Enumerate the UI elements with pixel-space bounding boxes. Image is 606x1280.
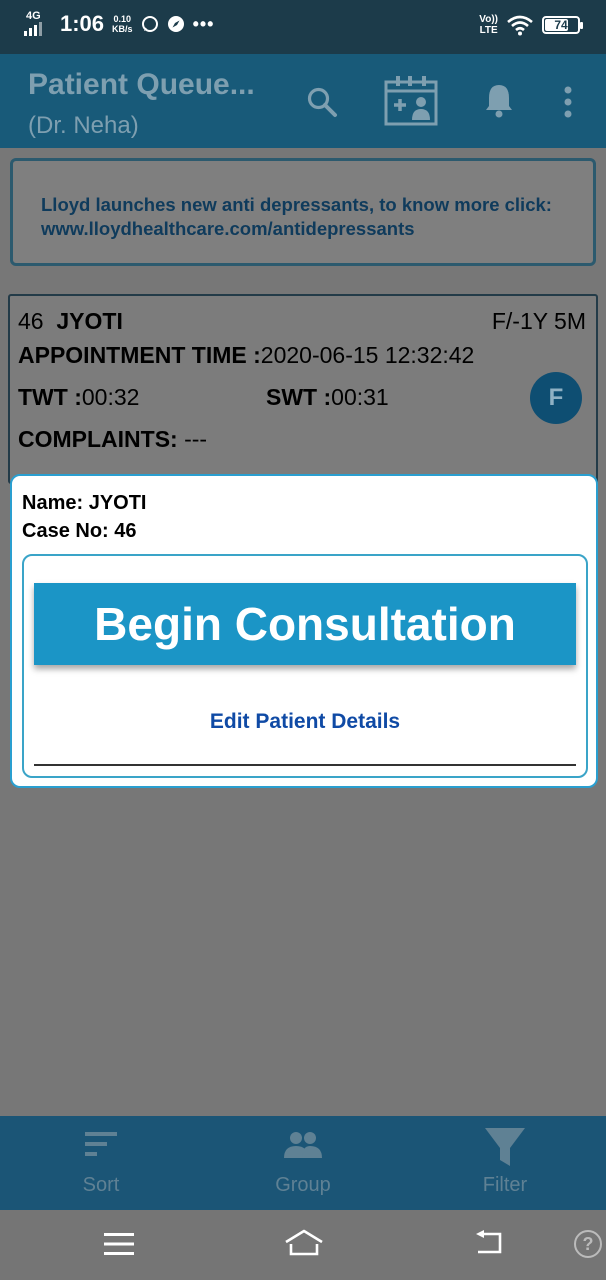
battery-level: 74 bbox=[554, 18, 568, 32]
signal-icon: 4G bbox=[24, 10, 50, 38]
dialog-patient-name: Name: JYOTI bbox=[22, 492, 147, 514]
sort-label: Sort bbox=[82, 1174, 120, 1196]
wifi-icon bbox=[507, 15, 533, 36]
bell-icon[interactable] bbox=[484, 82, 514, 118]
ad-banner[interactable]: Lloyd launches new anti depressants, to … bbox=[10, 158, 596, 266]
whatsapp-icon bbox=[141, 16, 158, 32]
gender-age: F/-1Y 5M bbox=[491, 308, 586, 334]
help-icon[interactable]: ? bbox=[574, 1230, 602, 1258]
menu-icon[interactable] bbox=[104, 1232, 134, 1256]
dialog-case-number: Case No: 46 bbox=[22, 520, 137, 542]
group-button[interactable]: Group bbox=[202, 1116, 404, 1210]
twt: TWT :00:32 bbox=[18, 384, 140, 410]
overflow-indicator: ••• bbox=[192, 13, 215, 34]
doctor-name: (Dr. Neha) bbox=[28, 112, 139, 139]
patient-card[interactable]: 46 JYOTI F/-1Y 5M APPOINTMENT TIME :2020… bbox=[8, 294, 598, 484]
back-icon[interactable] bbox=[472, 1230, 504, 1256]
patient-name: JYOTI bbox=[56, 308, 123, 334]
banner-text[interactable]: Lloyd launches new anti depressants, to … bbox=[41, 193, 581, 241]
compass-icon bbox=[167, 16, 184, 32]
complaints: COMPLAINTS: --- bbox=[18, 426, 208, 452]
filter-button[interactable]: Filter bbox=[404, 1116, 606, 1210]
group-icon bbox=[284, 1132, 322, 1158]
battery-icon: 74 bbox=[542, 16, 583, 34]
avatar: F bbox=[530, 372, 582, 424]
edit-patient-details-button[interactable]: Edit Patient Details bbox=[24, 710, 586, 734]
begin-consultation-button[interactable]: Begin Consultation bbox=[34, 583, 576, 665]
network-type: 4G bbox=[26, 10, 41, 22]
system-nav-bar: ? bbox=[0, 1210, 606, 1280]
sort-icon bbox=[85, 1132, 117, 1156]
token-number: 46 bbox=[18, 308, 44, 334]
search-icon[interactable] bbox=[306, 86, 338, 118]
group-label: Group bbox=[275, 1174, 331, 1196]
divider bbox=[34, 764, 576, 766]
page-title: Patient Queue... bbox=[28, 68, 255, 101]
dialog-actions: Begin Consultation Edit Patient Details bbox=[22, 554, 588, 778]
volte-indicator: Vo)) LTE bbox=[479, 14, 498, 36]
calendar-add-patient-icon[interactable] bbox=[384, 74, 438, 126]
clock: 1:06 bbox=[60, 11, 105, 36]
filter-label: Filter bbox=[482, 1174, 528, 1196]
patient-action-dialog: Name: JYOTI Case No: 46 Begin Consultati… bbox=[10, 474, 598, 788]
appointment-time: APPOINTMENT TIME :2020-06-15 12:32:42 bbox=[18, 342, 475, 368]
more-vert-icon[interactable] bbox=[562, 86, 574, 118]
status-bar: 4G 1:06 0.10 KB/s ••• Vo)) LTE 74 bbox=[0, 0, 606, 54]
filter-icon bbox=[485, 1128, 525, 1166]
home-icon[interactable] bbox=[284, 1228, 324, 1258]
network-speed: 0.10 KB/s bbox=[112, 14, 133, 34]
app-bar: Patient Queue... (Dr. Neha) bbox=[0, 54, 606, 148]
sort-button[interactable]: Sort bbox=[0, 1116, 202, 1210]
bottom-nav: Sort Group Filter bbox=[0, 1116, 606, 1210]
swt: SWT :00:31 bbox=[266, 384, 389, 410]
